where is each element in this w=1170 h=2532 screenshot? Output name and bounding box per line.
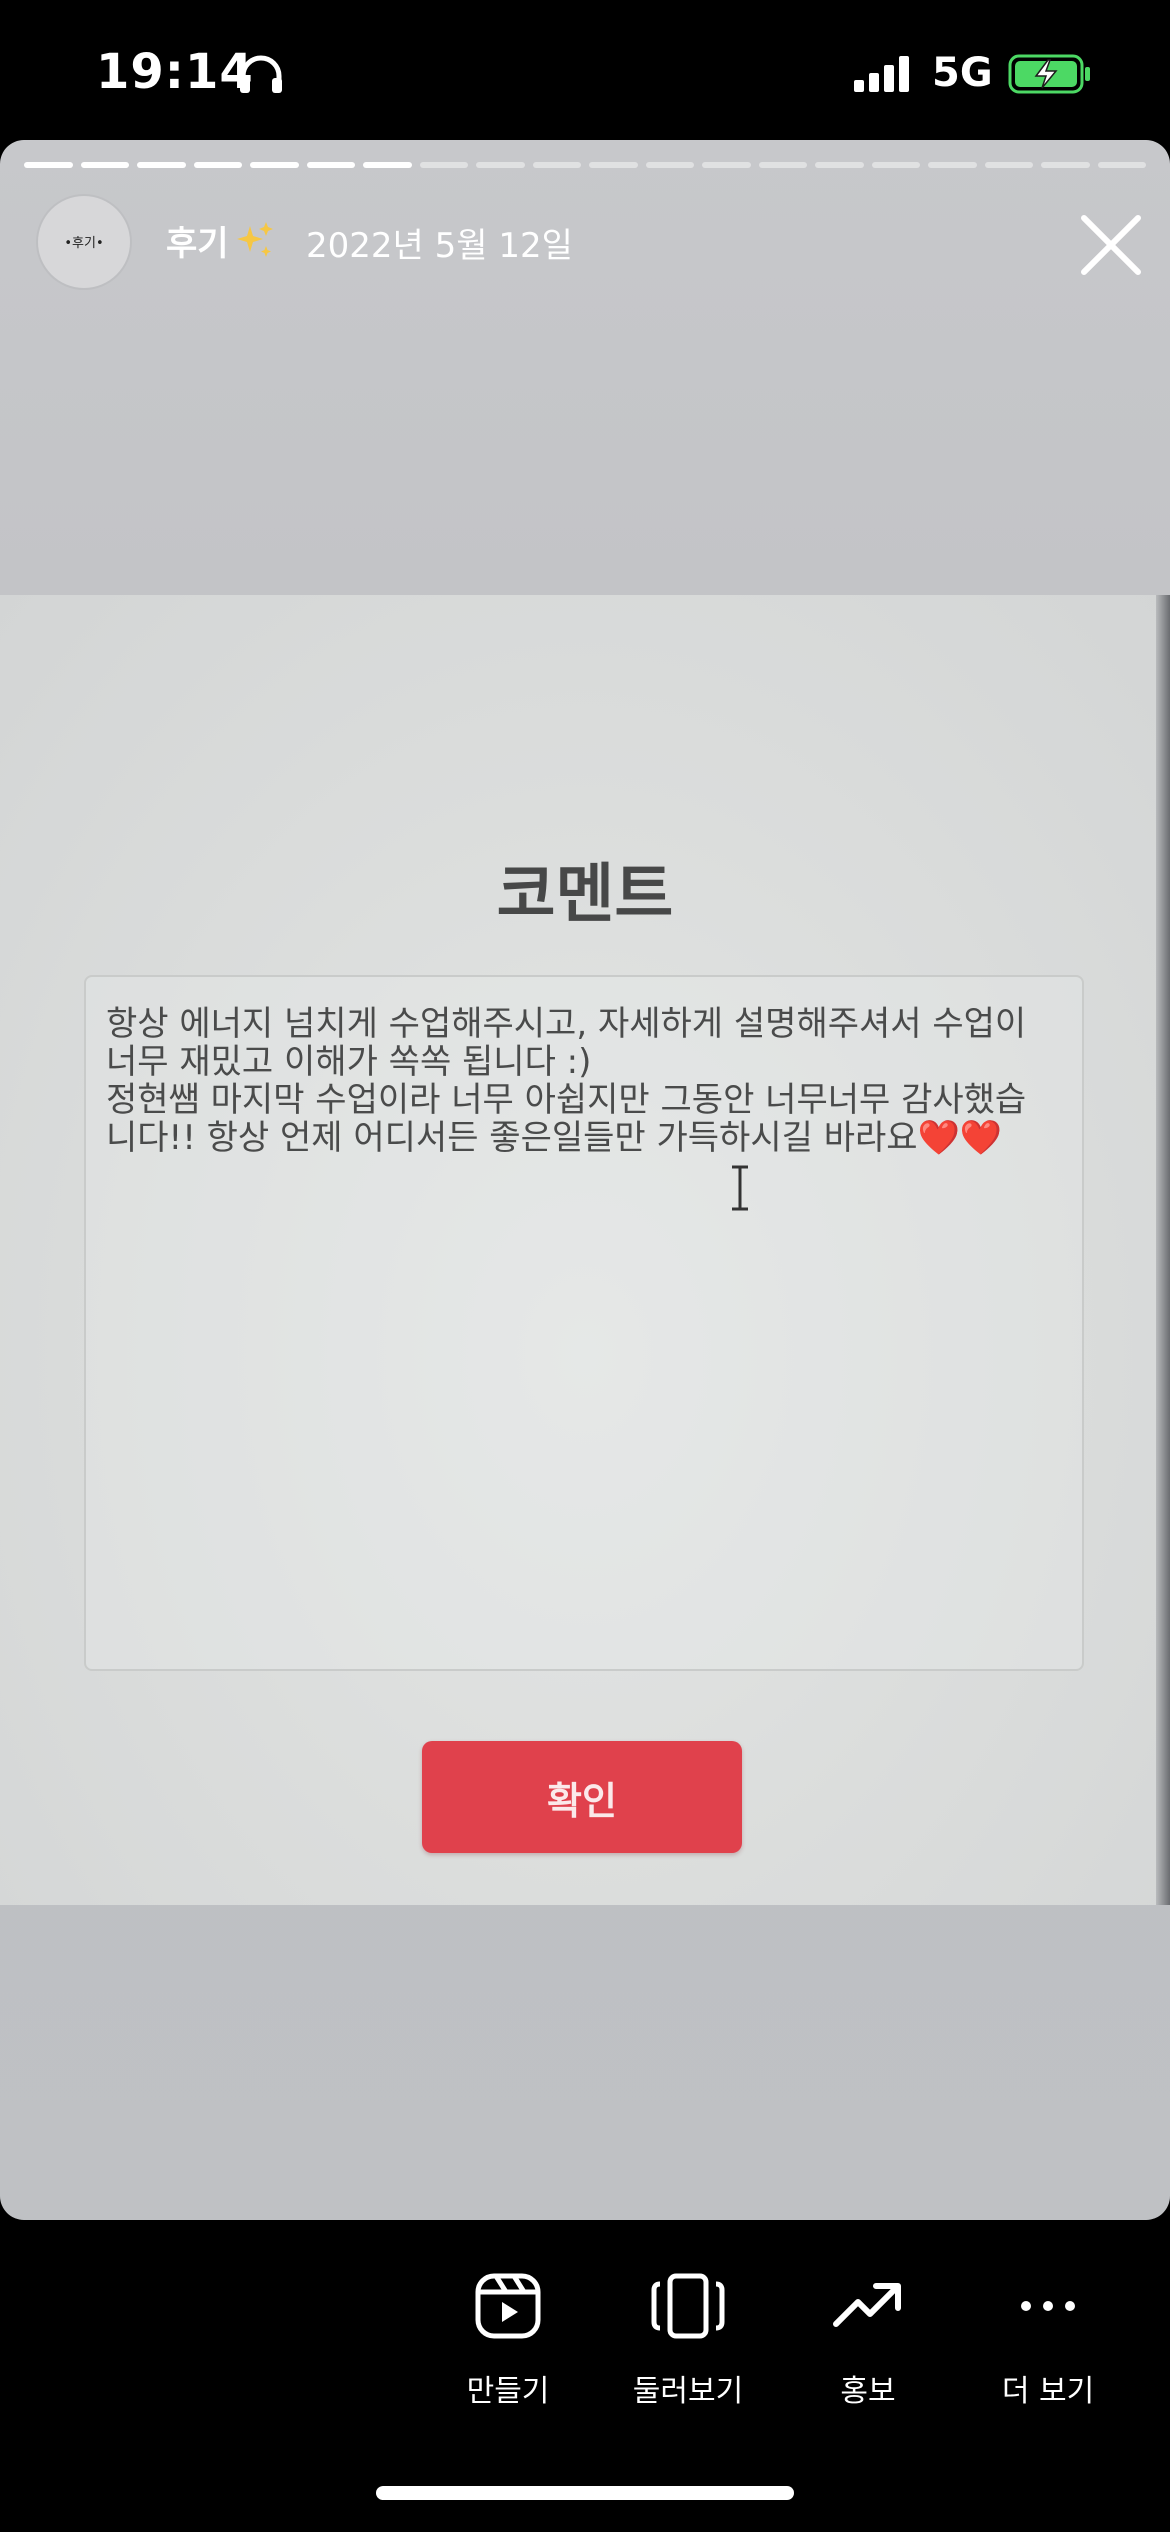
progress-segment [871, 162, 920, 168]
avatar[interactable]: •후기• [38, 196, 130, 288]
browse-icon [598, 2272, 778, 2340]
story-progress-bar [24, 162, 1146, 168]
home-indicator[interactable] [376, 2486, 794, 2500]
comment-text: 항상 에너지 넘치게 수업해주시고, 자세하게 설명해주셔서 수업이 너무 재밌… [106, 1004, 1027, 1158]
progress-segment [363, 162, 412, 168]
screen: 19:14 5G •후기• 후기 2022년 5월 12일 코멘트 항상 에너지… [0, 0, 1170, 2532]
progress-segment [306, 162, 355, 168]
close-icon[interactable] [1080, 214, 1142, 280]
story-viewer[interactable]: •후기• 후기 2022년 5월 12일 코멘트 항상 에너지 넘치게 수업해주… [0, 140, 1170, 2220]
promote-action[interactable]: 홍보 [778, 2272, 958, 2410]
progress-segment [250, 162, 299, 168]
battery-charging-icon [1008, 54, 1092, 98]
progress-segment [24, 162, 73, 168]
progress-segment [137, 162, 186, 168]
sparkles-icon [232, 220, 276, 264]
progress-segment [815, 162, 864, 168]
progress-segment [1041, 162, 1090, 168]
action-label: 홍보 [840, 2374, 896, 2409]
action-label: 더 보기 [1001, 2374, 1095, 2409]
progress-segment [1097, 162, 1146, 168]
comment-textarea: 항상 에너지 넘치게 수업해주시고, 자세하게 설명해주셔서 수업이 너무 재밌… [84, 975, 1084, 1671]
create-action[interactable]: 만들기 [418, 2272, 598, 2410]
story-photo: 코멘트 항상 에너지 넘치게 수업해주시고, 자세하게 설명해주셔서 수업이 너… [0, 595, 1170, 1905]
progress-segment [758, 162, 807, 168]
avatar-label: •후기• [64, 236, 104, 251]
story-date: 2022년 5월 12일 [306, 226, 573, 266]
trending-up-icon [778, 2272, 958, 2340]
story-username[interactable]: 후기 [166, 216, 229, 265]
progress-segment [532, 162, 581, 168]
reels-create-icon [418, 2272, 598, 2340]
progress-segment [984, 162, 1033, 168]
progress-segment [645, 162, 694, 168]
network-label: 5G [932, 50, 993, 96]
signal-icon [854, 56, 914, 96]
confirm-button: 확인 [422, 1741, 742, 1853]
more-icon [958, 2272, 1138, 2340]
progress-segment [419, 162, 468, 168]
more-action[interactable]: 더 보기 [958, 2272, 1138, 2410]
text-cursor-icon [728, 1165, 752, 1215]
action-label: 만들기 [466, 2374, 550, 2409]
browse-action[interactable]: 둘러보기 [598, 2272, 778, 2410]
action-label: 둘러보기 [632, 2374, 744, 2409]
headphones-icon [238, 54, 284, 98]
comment-title: 코멘트 [496, 858, 674, 932]
progress-segment [80, 162, 129, 168]
progress-segment [193, 162, 242, 168]
progress-segment [702, 162, 751, 168]
progress-segment [928, 162, 977, 168]
progress-segment [589, 162, 638, 168]
progress-segment [476, 162, 525, 168]
status-time: 19:14 [96, 44, 254, 100]
